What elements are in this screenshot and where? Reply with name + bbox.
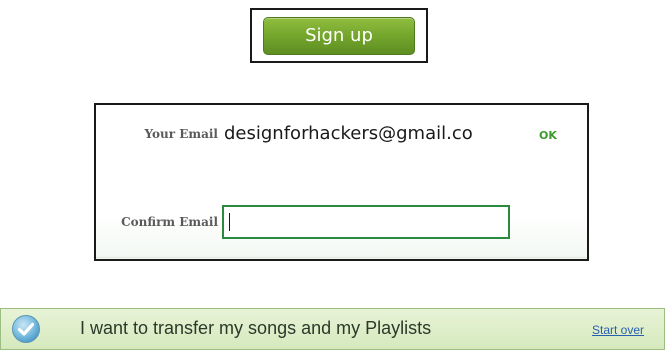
email-ok-indicator: OK <box>539 129 557 142</box>
transfer-status-bar: I want to transfer my songs and my Playl… <box>0 308 665 350</box>
confirm-email-label: Confirm Email <box>121 215 218 229</box>
form-divider <box>96 257 587 258</box>
checkmark-circle-icon <box>11 314 41 344</box>
sign-up-button[interactable]: Sign up <box>263 17 415 55</box>
confirm-email-field[interactable] <box>222 205 510 239</box>
email-field[interactable]: designforhackers@gmail.co <box>224 119 514 149</box>
text-cursor <box>229 213 230 231</box>
signup-panel: Sign up <box>250 8 428 63</box>
start-over-link[interactable]: Start over <box>592 323 644 337</box>
transfer-message: I want to transfer my songs and my Playl… <box>80 318 432 338</box>
email-form-panel: Your Email designforhackers@gmail.co OK … <box>94 103 589 261</box>
your-email-label: Your Email <box>144 127 219 141</box>
